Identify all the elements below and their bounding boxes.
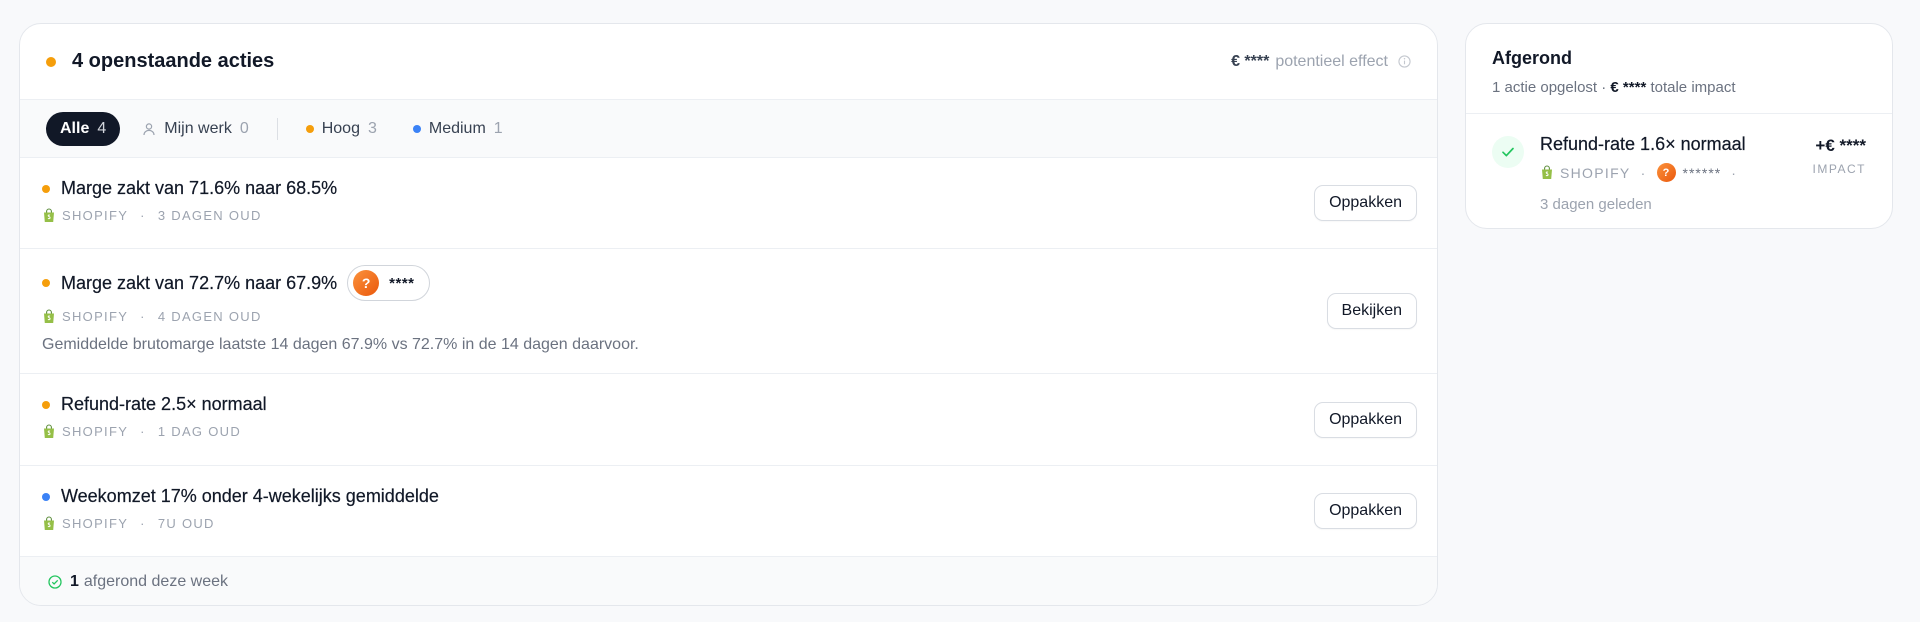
completed-title: Afgerond: [1492, 48, 1572, 68]
impact-label: IMPACT: [1812, 162, 1866, 176]
filter-chip-all[interactable]: Alle 4: [46, 111, 121, 146]
completed-panel: Afgerond 1 actie opgelost · € **** total…: [1465, 23, 1893, 229]
source-label: SHOPIFY: [62, 424, 129, 439]
shopify-bag-icon: [42, 424, 56, 439]
filter-count: 0: [239, 119, 249, 137]
priority-medium-dot: [42, 492, 50, 501]
age-label: 1 DAG OUD: [157, 424, 242, 439]
impact-block: +€ **** IMPACT: [1813, 136, 1866, 176]
person-icon: [142, 122, 156, 136]
age-label: 4 DAGEN OUD: [157, 309, 262, 324]
action-description: Gemiddelde brutomarge laatste 14 dagen 6…: [42, 336, 639, 353]
total-impact-amount: € ****: [1610, 79, 1647, 96]
priority-high-dot: [42, 400, 50, 409]
filter-bar: Alle 4 Mijn werk 0 Hoog 3 Medium 1: [20, 100, 1437, 158]
effect-amount: € ****: [1231, 52, 1270, 70]
priority-dot: [46, 56, 56, 67]
completed-subtitle: 1 actie opgelost · € **** totale impact: [1492, 79, 1736, 96]
filter-label: Alle: [60, 119, 90, 137]
source-label: SHOPIFY: [1560, 164, 1631, 181]
source-label: SHOPIFY: [62, 208, 129, 223]
filter-label: Mijn werk: [164, 119, 232, 137]
shopify-bag-icon: [1540, 165, 1554, 180]
priority-high-dot: [305, 124, 314, 133]
completed-this-week-footer: 1 afgerond deze week: [20, 557, 1437, 605]
action-meta: SHOPIFY · 3 DAGEN OUD: [42, 208, 1417, 223]
panel-header: 4 openstaande acties € **** potentieel e…: [20, 24, 1437, 100]
filter-label: Medium: [428, 119, 486, 137]
assignee-name: ******: [1682, 164, 1722, 181]
completed-item[interactable]: Refund-rate 1.6× normaal SHOPIFY · ? ***…: [1466, 114, 1892, 213]
priority-high-dot: [42, 184, 50, 193]
filter-count: 4: [97, 119, 107, 137]
pick-up-button[interactable]: Oppakken: [1314, 493, 1417, 529]
age-label: 7U OUD: [157, 516, 215, 531]
check-icon: [1492, 136, 1524, 168]
filter-divider: [276, 117, 278, 140]
assignee-name: ****: [389, 274, 415, 292]
filter-count: 3: [367, 119, 377, 137]
pick-up-button[interactable]: Oppakken: [1314, 401, 1417, 438]
filter-chip-medium[interactable]: Medium 1: [399, 112, 517, 146]
source-label: SHOPIFY: [62, 309, 129, 324]
action-title: Weekomzet 17% onder 4-wekelijks gemiddel…: [61, 486, 439, 506]
action-title: Refund-rate 2.5× normaal: [61, 394, 267, 414]
action-row[interactable]: Weekomzet 17% onder 4-wekelijks gemiddel…: [20, 466, 1437, 557]
open-actions-panel: 4 openstaande acties € **** potentieel e…: [19, 23, 1438, 606]
action-row[interactable]: Marge zakt van 72.7% naar 67.9% ? **** S…: [20, 249, 1437, 374]
filter-chip-high[interactable]: Hoog 3: [292, 112, 391, 146]
shopify-bag-icon: [42, 516, 56, 531]
action-row[interactable]: Marge zakt van 71.6% naar 68.5% SHOPIFY …: [20, 158, 1437, 249]
action-meta: SHOPIFY · 4 DAGEN OUD: [42, 309, 1417, 324]
filter-label: Hoog: [321, 119, 360, 137]
effect-label: potentieel effect: [1275, 52, 1388, 70]
completed-header: Afgerond 1 actie opgelost · € **** total…: [1466, 24, 1892, 114]
impact-value: +€ ****: [1815, 136, 1866, 155]
info-icon[interactable]: [1398, 55, 1411, 68]
panel-title: 4 openstaande acties: [72, 50, 275, 72]
pick-up-button[interactable]: Oppakken: [1314, 185, 1417, 221]
shopify-bag-icon: [42, 309, 56, 324]
filter-chip-my-work[interactable]: Mijn werk 0: [128, 112, 262, 146]
priority-high-dot: [42, 279, 50, 287]
view-button[interactable]: Bekijken: [1326, 293, 1417, 329]
avatar: ?: [1656, 163, 1676, 182]
assignee-pill[interactable]: ? ****: [347, 265, 430, 301]
avatar: ?: [353, 270, 380, 296]
action-title: Marge zakt van 71.6% naar 68.5%: [61, 178, 338, 198]
age-label: 3 DAGEN OUD: [157, 208, 262, 223]
shopify-bag-icon: [42, 208, 56, 223]
action-title: Marge zakt van 72.7% naar 67.9%: [61, 272, 338, 293]
action-row[interactable]: Refund-rate 2.5× normaal SHOPIFY · 1 DAG…: [20, 374, 1437, 466]
completed-label: afgerond deze week: [83, 573, 229, 590]
action-meta: SHOPIFY · 7U OUD: [42, 516, 1417, 531]
completed-count: 1: [70, 573, 79, 590]
check-circle-icon: [48, 575, 62, 589]
potential-effect: € **** potentieel effect: [1231, 53, 1411, 71]
filter-count: 1: [493, 119, 503, 137]
source-label: SHOPIFY: [62, 516, 129, 531]
priority-medium-dot: [412, 124, 421, 133]
completed-time: 3 dagen geleden: [1540, 196, 1652, 213]
action-meta: SHOPIFY · 1 DAG OUD: [42, 424, 1417, 439]
